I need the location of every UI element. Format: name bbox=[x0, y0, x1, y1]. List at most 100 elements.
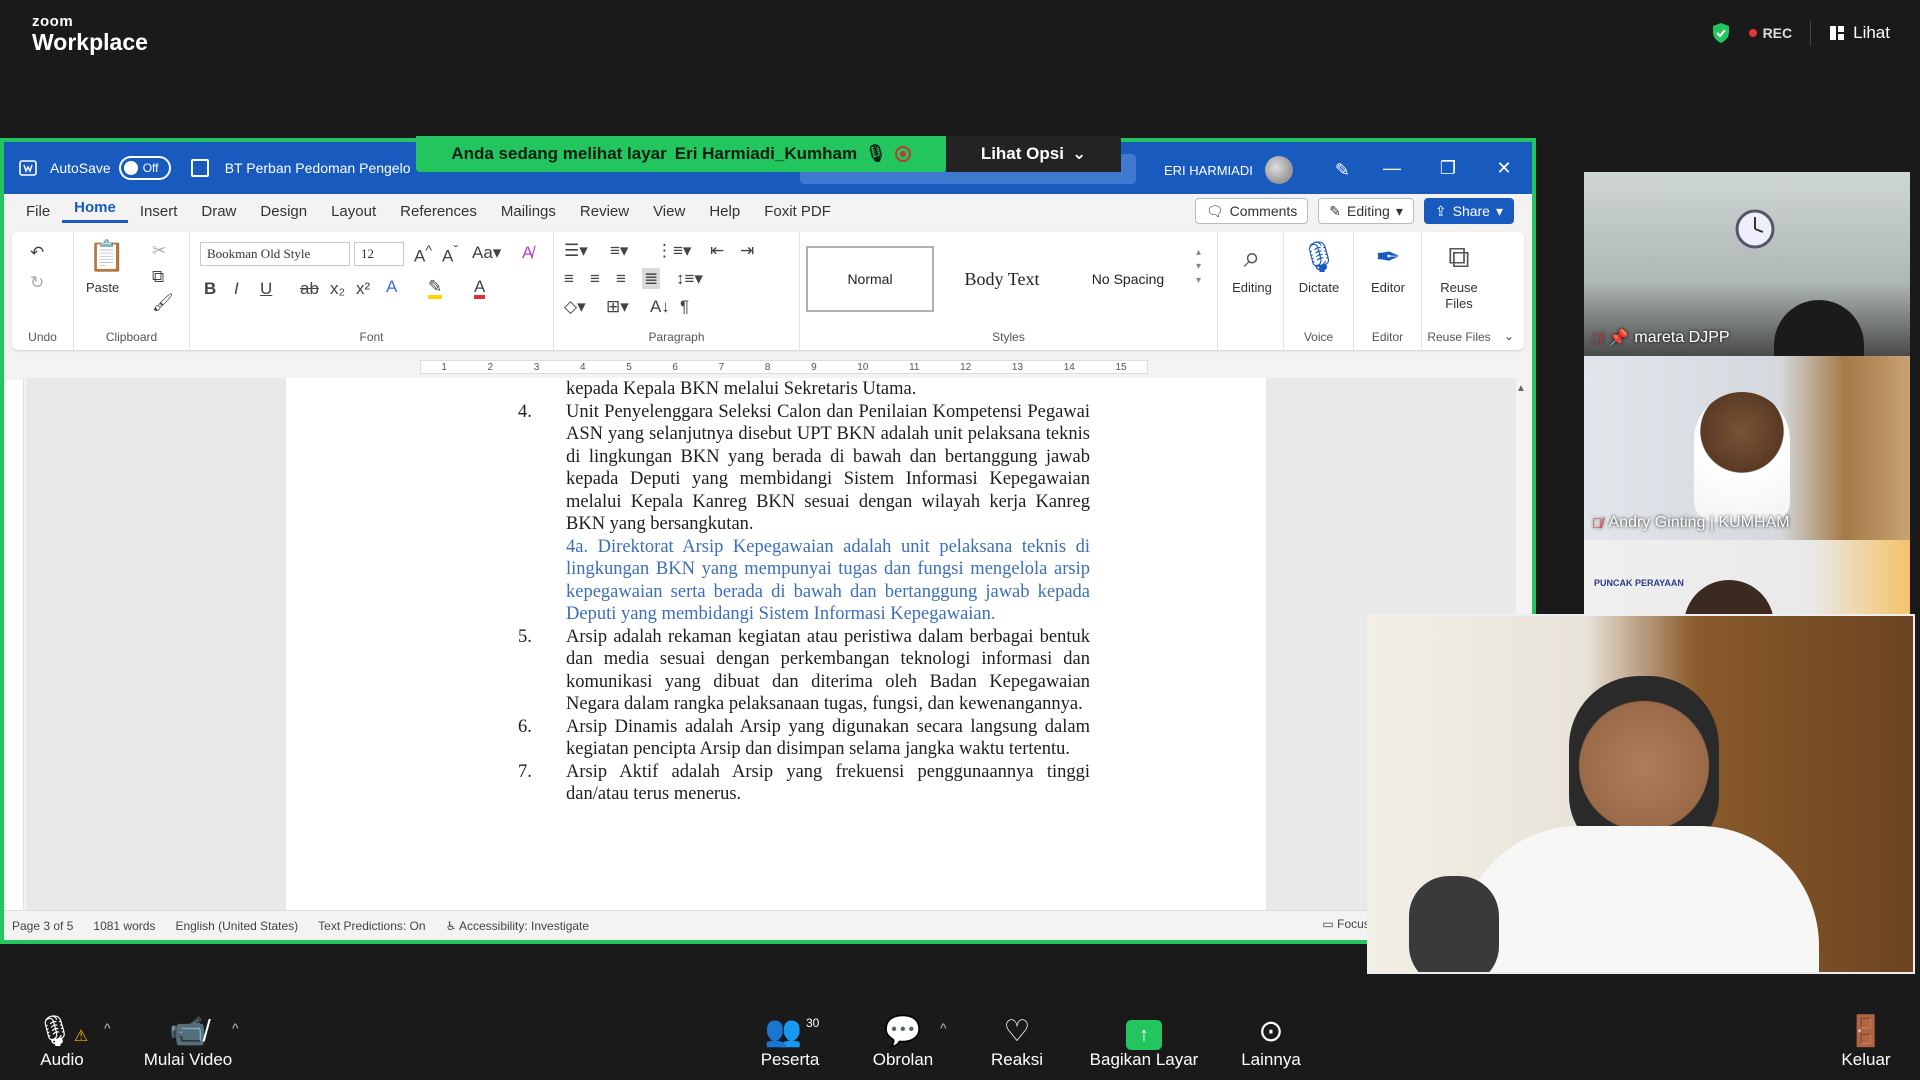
tab-design[interactable]: Design bbox=[248, 203, 319, 220]
restore-icon[interactable]: ❐ bbox=[1420, 158, 1476, 179]
participants-button[interactable]: 👥 30 Peserta bbox=[758, 1014, 822, 1070]
active-speaker-video[interactable] bbox=[1367, 614, 1915, 974]
document-body[interactable]: kepada Kepala BKN melalui Sekretaris Uta… bbox=[518, 378, 1090, 806]
justify-icon[interactable]: ≣ bbox=[642, 268, 661, 289]
italic-icon[interactable]: I bbox=[234, 280, 239, 297]
comments-button[interactable]: 🗨 Comments bbox=[1194, 198, 1309, 224]
font-name-select[interactable]: Bookman Old Style bbox=[200, 242, 350, 266]
rec-dot-icon bbox=[1748, 29, 1757, 37]
recording-indicator[interactable]: REC bbox=[1748, 25, 1792, 41]
save-icon[interactable] bbox=[190, 159, 209, 177]
numbering-icon[interactable]: ≡▾ bbox=[610, 242, 628, 259]
audio-options-chevron-icon[interactable]: ^ bbox=[104, 1020, 111, 1036]
shrink-font-icon[interactable]: Aˇ bbox=[442, 244, 458, 265]
bullets-icon[interactable]: ☰▾ bbox=[564, 242, 588, 259]
focus-button[interactable]: ▭ Focus bbox=[1322, 917, 1369, 931]
tab-view[interactable]: View bbox=[641, 203, 697, 220]
increase-indent-icon[interactable]: ⇥ bbox=[740, 242, 754, 259]
undo-icon[interactable]: ↶ bbox=[30, 244, 44, 261]
show-marks-icon[interactable]: ¶ bbox=[680, 298, 689, 315]
tab-foxit-pdf[interactable]: Foxit PDF bbox=[752, 203, 843, 220]
dictate-button[interactable]: 🎙 Dictate bbox=[1290, 240, 1348, 296]
decrease-indent-icon[interactable]: ⇤ bbox=[710, 242, 724, 259]
start-video-button[interactable]: 📹̸ Mulai Video bbox=[140, 1014, 236, 1070]
underline-icon[interactable]: U bbox=[260, 280, 272, 297]
paragraph-group: ☰▾ ≡▾ ⋮≡▾ ⇤ ⇥ ≡ ≡ ≡ ≣ ↕≡▾ ◇▾ ⊞▾ A↓ ¶ Par… bbox=[554, 232, 800, 350]
minimize-icon[interactable]: — bbox=[1364, 158, 1420, 179]
editor-button[interactable]: ✒ Editor bbox=[1360, 240, 1416, 296]
style-normal[interactable]: Normal bbox=[806, 246, 934, 312]
document-page[interactable]: kepada Kepala BKN melalui Sekretaris Uta… bbox=[286, 378, 1266, 912]
cut-icon[interactable]: ✂ bbox=[152, 242, 166, 259]
multilevel-list-icon[interactable]: ⋮≡▾ bbox=[656, 242, 691, 259]
superscript-icon[interactable]: x² bbox=[356, 280, 370, 297]
style-body-text[interactable]: Body Text bbox=[940, 246, 1064, 312]
find-editing-button[interactable]: ⌕ Editing bbox=[1224, 240, 1280, 296]
share-button[interactable]: ⇪ Share ▾ bbox=[1423, 198, 1514, 224]
align-right-icon[interactable]: ≡ bbox=[616, 270, 626, 287]
font-size-select[interactable]: 12 bbox=[354, 242, 404, 266]
tab-home[interactable]: Home bbox=[62, 199, 128, 223]
sort-icon[interactable]: A↓ bbox=[650, 298, 670, 315]
view-button[interactable]: Lihat bbox=[1829, 23, 1890, 43]
tab-insert[interactable]: Insert bbox=[128, 203, 190, 220]
page-count[interactable]: Page 3 of 5 bbox=[12, 919, 73, 933]
autosave-toggle[interactable]: Off bbox=[118, 156, 171, 180]
text-predictions-status[interactable]: Text Predictions: On bbox=[318, 919, 425, 933]
security-shield-icon[interactable] bbox=[1711, 22, 1731, 44]
text-effects-icon[interactable]: A bbox=[386, 278, 397, 295]
highlight-icon[interactable]: ✎ bbox=[428, 278, 443, 299]
close-icon[interactable]: ✕ bbox=[1476, 158, 1532, 179]
participant-tile[interactable]: 🎙̸ 📌 mareta DJPP bbox=[1584, 172, 1910, 356]
subscript-icon[interactable]: x₂ bbox=[330, 280, 345, 297]
tab-mailings[interactable]: Mailings bbox=[489, 203, 568, 220]
style-no-spacing[interactable]: No Spacing bbox=[1066, 246, 1190, 312]
copy-icon[interactable]: ⧉ bbox=[152, 268, 164, 285]
grow-font-icon[interactable]: A^ bbox=[414, 244, 432, 265]
line-spacing-icon[interactable]: ↕≡▾ bbox=[676, 270, 703, 287]
accessibility-status[interactable]: ♿ Accessibility: Investigate bbox=[446, 919, 590, 933]
chat-button[interactable]: 💬 Obrolan bbox=[868, 1014, 938, 1070]
strikethrough-icon[interactable]: ab bbox=[300, 280, 319, 297]
bold-icon[interactable]: B bbox=[204, 280, 216, 297]
font-color-icon[interactable]: A bbox=[474, 278, 486, 299]
align-center-icon[interactable]: ≡ bbox=[590, 270, 600, 287]
clear-formatting-icon[interactable]: A̸ bbox=[522, 244, 533, 261]
view-options-button[interactable]: Lihat Opsi ⌄ bbox=[946, 136, 1121, 172]
borders-icon[interactable]: ⊞▾ bbox=[606, 298, 629, 315]
editing-mode-button[interactable]: ✎ Editing ▾ bbox=[1318, 198, 1414, 224]
participant-tile[interactable]: PUNCAK PERAYAAN bbox=[1584, 540, 1910, 618]
more-button[interactable]: ⊙ Lainnya bbox=[1236, 1014, 1306, 1070]
format-painter-icon[interactable]: 🖌 bbox=[152, 294, 174, 311]
redo-icon[interactable]: ↻ bbox=[30, 274, 44, 291]
avatar[interactable] bbox=[1264, 156, 1293, 184]
scroll-up-icon[interactable]: ▲ bbox=[1516, 383, 1526, 394]
audio-button[interactable]: 🎙⚠ Audio bbox=[34, 1014, 90, 1070]
pen-icon[interactable]: ✎ bbox=[1335, 160, 1350, 181]
word-count[interactable]: 1081 words bbox=[93, 919, 155, 933]
language-status[interactable]: English (United States) bbox=[175, 919, 298, 933]
account-area[interactable]: ERI HARMIADI ✎ bbox=[1164, 156, 1350, 184]
chat-options-chevron-icon[interactable]: ^ bbox=[940, 1020, 947, 1036]
tab-review[interactable]: Review bbox=[568, 203, 641, 220]
share-screen-button[interactable]: ↑ Bagikan Layar bbox=[1086, 1014, 1202, 1070]
tab-help[interactable]: Help bbox=[697, 203, 752, 220]
tab-layout[interactable]: Layout bbox=[319, 203, 388, 220]
reuse-files-button[interactable]: ⧉ Reuse Files bbox=[1428, 240, 1490, 311]
align-left-icon[interactable]: ≡ bbox=[564, 270, 574, 287]
leave-button[interactable]: 🚪 Keluar bbox=[1836, 1014, 1896, 1070]
paste-label[interactable]: Paste bbox=[86, 280, 119, 295]
participant-tile[interactable]: 🎙̸ Andry Ginting | KUMHAM bbox=[1584, 356, 1910, 540]
paste-icon[interactable]: 📋 bbox=[88, 242, 125, 272]
tab-references[interactable]: References bbox=[388, 203, 489, 220]
tab-file[interactable]: File bbox=[14, 203, 62, 220]
shading-icon[interactable]: ◇▾ bbox=[564, 298, 586, 315]
video-options-chevron-icon[interactable]: ^ bbox=[232, 1020, 239, 1036]
reactions-button[interactable]: ♡ Reaksi bbox=[982, 1014, 1052, 1070]
styles-scroll-icon[interactable]: ▴ ▾ ▾ bbox=[1196, 246, 1201, 288]
document-title[interactable]: BT Perban Pedoman Pengelo bbox=[225, 160, 411, 176]
change-case-icon[interactable]: Aa▾ bbox=[472, 244, 501, 261]
ribbon-collapse-icon[interactable]: ⌄ bbox=[1504, 330, 1514, 342]
autosave-control[interactable]: AutoSave Off bbox=[50, 156, 171, 180]
tab-draw[interactable]: Draw bbox=[189, 203, 248, 220]
